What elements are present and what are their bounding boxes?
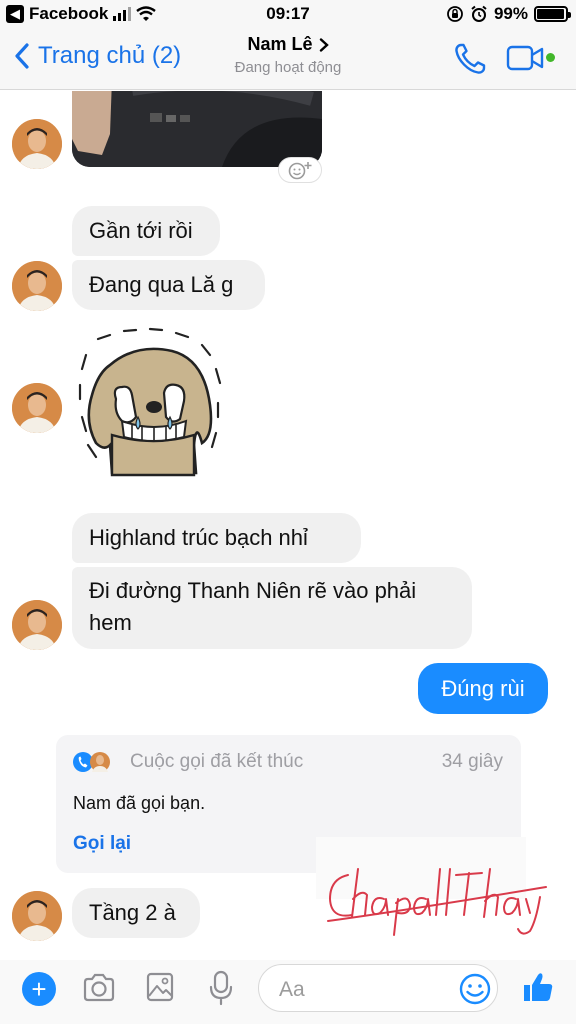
microphone-icon[interactable] bbox=[208, 970, 234, 1006]
back-chevron-icon bbox=[15, 43, 29, 69]
emoji-icon[interactable] bbox=[459, 973, 491, 1005]
avatar-image bbox=[12, 891, 62, 941]
message-bubble[interactable]: Highland trúc bạch nhỉ bbox=[72, 513, 361, 563]
like-thumb-icon[interactable] bbox=[521, 970, 555, 1004]
photo-content bbox=[72, 91, 322, 167]
add-reaction-button[interactable] bbox=[278, 157, 322, 183]
call-participants-icon bbox=[73, 752, 110, 772]
message-text: Đi đường Thanh Niên rẽ vào phải hem bbox=[89, 578, 417, 635]
avatar-image bbox=[12, 261, 62, 311]
chevron-right-icon bbox=[319, 37, 329, 52]
conversation-header: Trang chủ (2) Nam Lê Đang hoạt động bbox=[0, 30, 576, 90]
sticker-crying-dog[interactable] bbox=[76, 325, 228, 487]
battery-percent: 99% bbox=[493, 4, 528, 23]
message-list[interactable]: Gần tới rồi Đang qua Lă g Highland trúc … bbox=[0, 91, 576, 960]
avatar-image bbox=[12, 383, 62, 433]
handwritten-signature-watermark bbox=[327, 868, 547, 936]
my-message-bubble[interactable]: Đúng rùi bbox=[418, 663, 548, 714]
avatar-image bbox=[12, 119, 62, 169]
message-text: Đúng rùi bbox=[441, 675, 525, 701]
message-text: Đang qua Lă g bbox=[89, 272, 234, 297]
call-back-button[interactable]: Gọi lại bbox=[73, 833, 131, 855]
add-reaction-icon bbox=[288, 162, 312, 180]
message-text: Tầng 2 à bbox=[89, 900, 176, 925]
avatar[interactable] bbox=[12, 119, 62, 169]
message-text: Highland trúc bạch nhỉ bbox=[89, 525, 308, 550]
rotation-lock-icon bbox=[447, 6, 463, 22]
message-bubble[interactable]: Đang qua Lă g bbox=[72, 260, 265, 310]
camera-icon[interactable] bbox=[82, 973, 116, 1003]
contact-name-row: Nam Lê bbox=[247, 34, 329, 55]
avatar-image bbox=[12, 600, 62, 650]
message-bubble[interactable]: Đi đường Thanh Niên rẽ vào phải hem bbox=[72, 567, 472, 649]
contact-info[interactable]: Nam Lê Đang hoạt động bbox=[188, 34, 388, 76]
message-bubble[interactable]: Tầng 2 à bbox=[72, 888, 200, 938]
message-input[interactable]: Aa bbox=[258, 964, 498, 1012]
contact-name: Nam Lê bbox=[247, 34, 313, 54]
avatar[interactable] bbox=[12, 383, 62, 433]
gallery-icon[interactable] bbox=[146, 972, 174, 1002]
back-button[interactable]: Trang chủ (2) bbox=[14, 42, 181, 70]
avatar[interactable] bbox=[12, 891, 62, 941]
phone-icon[interactable] bbox=[453, 42, 487, 76]
contact-status: Đang hoạt động bbox=[234, 59, 342, 76]
avatar[interactable] bbox=[12, 261, 62, 311]
plus-icon[interactable]: + bbox=[22, 972, 56, 1006]
call-title: Cuộc gọi đã kết thúc bbox=[130, 751, 304, 772]
photo-message[interactable] bbox=[72, 91, 322, 167]
status-bar: ◀ Facebook 09:17 99% bbox=[0, 0, 576, 30]
video-camera-icon[interactable] bbox=[506, 44, 546, 72]
avatar[interactable] bbox=[12, 600, 62, 650]
message-text: Gần tới rồi bbox=[89, 218, 193, 243]
online-indicator bbox=[546, 53, 555, 62]
status-right: 99% bbox=[446, 4, 571, 24]
input-placeholder: Aa bbox=[279, 978, 305, 1001]
battery-icon bbox=[534, 6, 571, 22]
back-label: Trang chủ (2) bbox=[38, 42, 182, 69]
call-description: Nam đã gọi bạn. bbox=[73, 793, 206, 813]
call-duration: 34 giây bbox=[441, 751, 503, 772]
alarm-icon bbox=[471, 5, 487, 22]
message-composer: + Aa bbox=[0, 960, 576, 1024]
message-bubble[interactable]: Gần tới rồi bbox=[72, 206, 220, 256]
